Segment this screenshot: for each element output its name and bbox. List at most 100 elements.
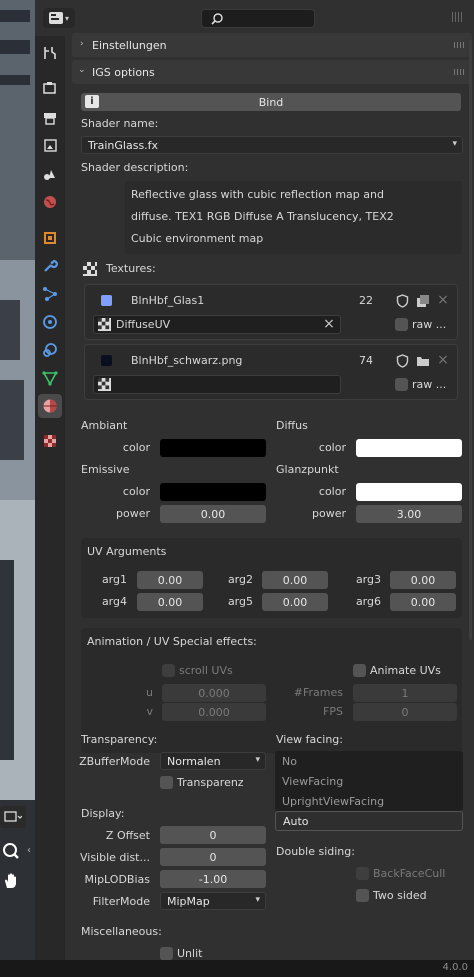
emissive-color-swatch[interactable] (160, 483, 266, 501)
arg5-field[interactable]: 0.00 (262, 593, 328, 611)
search-input[interactable] (201, 9, 315, 28)
duplicate-icon[interactable] (416, 294, 430, 308)
zbuffer-label: ZBufferMode (79, 755, 150, 768)
transparency-label: Transparency: (81, 733, 158, 746)
uv-map-field[interactable] (93, 375, 341, 394)
chevron-down-icon: ▾ (255, 755, 260, 765)
backface-cull-checkbox[interactable] (356, 867, 369, 880)
visible-distance-field[interactable]: 0 (160, 848, 266, 866)
tab-world[interactable] (38, 190, 62, 214)
chevron-left-icon[interactable]: ‹ (24, 843, 34, 857)
view-facing-option-viewfacing[interactable]: ViewFacing (275, 771, 463, 791)
power-label: power (312, 507, 346, 520)
u-field[interactable]: 0.000 (162, 684, 266, 702)
shader-name-label: Shader name: (81, 117, 159, 130)
arg6-field[interactable]: 0.00 (390, 593, 456, 611)
tab-output[interactable] (38, 106, 62, 130)
building-shape (0, 0, 35, 260)
view-facing-option-auto[interactable]: Auto (275, 811, 463, 831)
panel-title: Einstellungen (92, 38, 167, 52)
view-facing-label: View facing: (276, 733, 343, 746)
chevron-down-icon: ▾ (452, 139, 457, 149)
viewport-3d[interactable]: ‹ (0, 0, 35, 977)
color-label: color (318, 485, 346, 498)
tab-data[interactable] (38, 366, 62, 390)
panel-einstellungen-header[interactable]: › Einstellungen (72, 33, 472, 57)
checker-texture-icon (44, 435, 56, 447)
search-icon (211, 13, 223, 25)
diffus-label: Diffus (276, 419, 308, 432)
close-icon[interactable]: × (436, 352, 450, 368)
emissive-power-field[interactable]: 0.00 (160, 505, 266, 523)
tab-particles[interactable] (38, 282, 62, 306)
texture-color-swatch[interactable] (101, 355, 112, 366)
filter-mode-dropdown[interactable]: MipMap ▾ (160, 892, 266, 910)
tab-constraints[interactable] (38, 338, 62, 362)
z-offset-field[interactable]: 0 (160, 826, 266, 844)
texture-slot-2[interactable]: BlnHbf_schwarz.png 74 × raw ... (84, 344, 458, 400)
view-facing-list: No ViewFacing UprightViewFacing (275, 751, 463, 811)
frames-field[interactable]: 1 (353, 684, 457, 702)
zbuffer-dropdown[interactable]: Normalen ▾ (160, 752, 266, 770)
fake-user-shield-icon[interactable] (396, 294, 409, 308)
tab-tool[interactable] (38, 41, 62, 65)
tab-scene[interactable] (38, 162, 62, 186)
tab-view-layer[interactable] (38, 134, 62, 158)
raw-checkbox[interactable] (395, 378, 408, 391)
world-icon (44, 196, 56, 208)
editor-type-dropdown[interactable]: ▾ (43, 8, 75, 28)
transparenz-checkbox[interactable] (160, 776, 173, 789)
header-grip[interactable] (452, 12, 464, 22)
tab-render[interactable] (38, 76, 62, 100)
arg2-field[interactable]: 0.00 (262, 571, 328, 589)
panel-grip[interactable] (454, 69, 464, 75)
scroll-uvs-checkbox[interactable] (162, 664, 175, 677)
two-sided-checkbox[interactable] (356, 889, 369, 902)
uv-map-field[interactable]: DiffuseUV × (93, 315, 341, 334)
view-mode-dropdown[interactable] (0, 806, 26, 828)
diffus-color-swatch[interactable] (356, 439, 462, 457)
bind-button[interactable]: i Bind (81, 93, 461, 111)
ambiant-color-swatch[interactable] (160, 439, 266, 457)
display-label: Display: (81, 807, 125, 820)
arg4-field[interactable]: 0.00 (137, 593, 203, 611)
scrollbar[interactable] (469, 40, 472, 640)
zoom-icon[interactable] (0, 840, 22, 862)
shader-description-box: Reflective glass with cubic reflection m… (125, 181, 462, 254)
physics-icon (43, 315, 57, 329)
hand-pan-icon[interactable] (0, 870, 22, 892)
view-facing-option-no[interactable]: No (275, 751, 463, 771)
panel-igs-header[interactable]: ⌄ IGS options (72, 60, 472, 84)
fps-field[interactable]: 0 (353, 703, 457, 721)
chevron-right-icon: › (80, 39, 84, 49)
ambiant-label: Ambiant (81, 419, 128, 432)
clear-icon[interactable]: × (322, 316, 336, 332)
tab-texture[interactable] (38, 429, 62, 453)
texture-color-swatch[interactable] (101, 295, 112, 306)
panel-grip[interactable] (454, 42, 464, 48)
tab-physics[interactable] (38, 310, 62, 334)
shader-name-dropdown[interactable]: TrainGlass.fx ▾ (81, 136, 463, 154)
particles-icon (43, 287, 57, 301)
fake-user-shield-icon[interactable] (396, 354, 409, 368)
double-siding-label: Double siding: (276, 845, 355, 858)
arg1-field[interactable]: 0.00 (137, 571, 203, 589)
animate-uvs-checkbox[interactable] (353, 664, 366, 677)
close-icon[interactable]: × (436, 292, 450, 308)
tab-material[interactable] (38, 394, 62, 418)
mip-lod-bias-field[interactable]: -1.00 (160, 870, 266, 888)
glanzpunkt-color-swatch[interactable] (356, 483, 462, 501)
tab-object[interactable] (38, 226, 62, 250)
v-field[interactable]: 0.000 (162, 703, 266, 721)
glanzpunkt-power-field[interactable]: 3.00 (356, 505, 462, 523)
folder-icon[interactable] (416, 355, 430, 367)
textures-label: Textures: (106, 262, 156, 275)
unlit-checkbox[interactable] (160, 947, 173, 960)
raw-checkbox[interactable] (395, 318, 408, 331)
view-facing-option-upright[interactable]: UprightViewFacing (275, 791, 463, 811)
arg3-field[interactable]: 0.00 (390, 571, 456, 589)
tab-modifiers[interactable] (38, 254, 62, 278)
object-icon (44, 232, 56, 244)
texture-slot-1[interactable]: BlnHbf_Glas1 22 × DiffuseUV × raw ... (84, 284, 458, 340)
checker-texture-icon (98, 378, 111, 391)
